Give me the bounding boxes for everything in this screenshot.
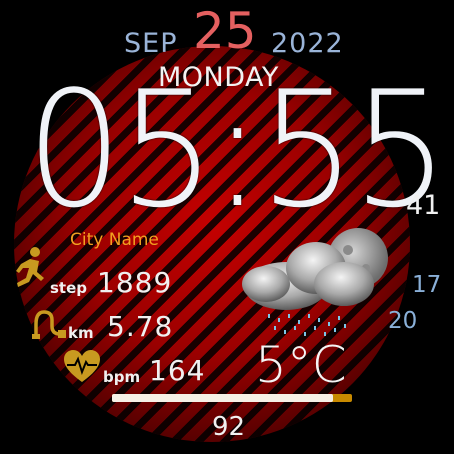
- city-name[interactable]: City Name: [70, 230, 159, 250]
- battery-bar: [112, 394, 352, 402]
- time-display[interactable]: 05:55: [26, 70, 449, 230]
- date-year: 2022: [271, 28, 344, 59]
- distance-value[interactable]: 5.78: [107, 310, 173, 343]
- battery-value[interactable]: 92: [212, 412, 245, 442]
- heart-pulse-icon: [64, 350, 100, 382]
- temperature-display[interactable]: 5°C: [255, 336, 347, 394]
- running-person-icon: [16, 247, 44, 287]
- steps-label: step: [50, 279, 88, 297]
- cloud-rain-moon-icon[interactable]: [236, 224, 392, 342]
- battery-bar-fill: [112, 394, 333, 402]
- temp-low: 20: [388, 308, 418, 334]
- date-day: 25: [193, 2, 257, 60]
- temp-high: 17: [412, 272, 442, 298]
- route-icon: [32, 310, 66, 339]
- steps-value[interactable]: 1889: [97, 266, 172, 299]
- heart-value[interactable]: 164: [149, 354, 205, 387]
- distance-label: km: [68, 324, 94, 342]
- seconds-display: 41: [406, 190, 441, 221]
- heart-label: bpm: [103, 368, 141, 386]
- date-month: SEP: [124, 28, 178, 59]
